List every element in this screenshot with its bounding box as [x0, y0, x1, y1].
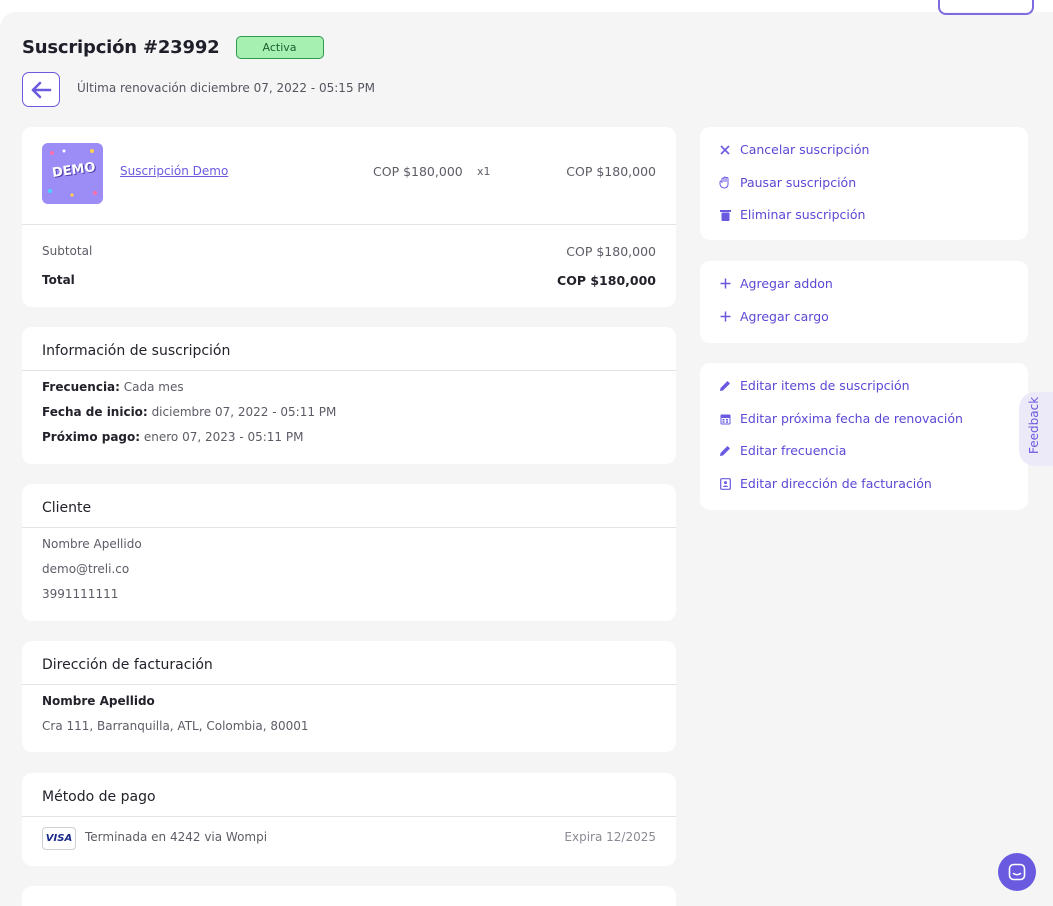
edit-frequency-action[interactable]: Editar frecuencia — [718, 443, 846, 458]
subtotal-value: COP $180,000 — [566, 244, 656, 259]
address-card-icon — [718, 477, 732, 491]
feedback-label: Feedback — [1027, 396, 1041, 454]
status-badge: Activa — [235, 36, 324, 59]
next-payment-label: Próximo pago: — [42, 430, 141, 444]
client-phone: 3991111111 — [42, 587, 119, 601]
pencil-icon — [718, 444, 732, 458]
billing-title: Dirección de facturación — [42, 657, 213, 673]
edit-renewal-date-action[interactable]: Editar próxima fecha de renovación — [718, 411, 963, 426]
action-label: Pausar suscripción — [740, 175, 857, 190]
top-button[interactable] — [938, 0, 1034, 15]
action-label: Eliminar suscripción — [740, 207, 866, 222]
unit-price: COP $180,000 — [373, 164, 463, 179]
action-label: Agregar addon — [740, 276, 833, 291]
action-label: Editar próxima fecha de renovación — [740, 411, 963, 426]
trash-icon — [718, 208, 732, 222]
billing-card: Dirección de facturación Nombre Apellido… — [22, 641, 676, 752]
subtotal-label: Subtotal — [42, 244, 93, 258]
chat-icon — [1008, 863, 1026, 881]
next-card — [22, 886, 676, 906]
action-label: Editar dirección de facturación — [740, 476, 932, 491]
chat-launcher-button[interactable] — [998, 853, 1036, 891]
product-thumbnail: DEMO — [42, 143, 103, 204]
action-label: Editar frecuencia — [740, 443, 847, 458]
frequency-value: Cada mes — [123, 380, 184, 394]
plus-icon — [718, 277, 732, 291]
subscription-info-card: Información de suscripción Frecuencia: C… — [22, 327, 676, 464]
client-title: Cliente — [42, 500, 92, 516]
frequency-label: Frecuencia: — [42, 380, 120, 394]
hand-icon — [718, 176, 732, 190]
visa-card-icon: VISA — [42, 827, 76, 850]
line-total: COP $180,000 — [566, 164, 656, 179]
client-name: Nombre Apellido — [42, 537, 142, 551]
pause-subscription-action[interactable]: Pausar suscripción — [718, 175, 856, 190]
title-row: Suscripción #23992 Activa — [22, 36, 324, 59]
payment-title: Método de pago — [42, 789, 156, 805]
plus-icon — [718, 310, 732, 324]
primary-actions-card: Cancelar suscripción Pausar suscripción … — [700, 127, 1028, 240]
pencil-icon — [718, 379, 732, 393]
divider — [22, 684, 676, 685]
order-card: DEMO Suscripción Demo COP $180,000 x1 CO… — [22, 127, 676, 307]
next-payment-value: enero 07, 2023 - 05:11 PM — [143, 430, 304, 444]
start-date-label: Fecha de inicio: — [42, 405, 148, 419]
billing-address: Cra 111, Barranquilla, ATL, Colombia, 80… — [42, 719, 309, 733]
feedback-tab[interactable]: Feedback — [1019, 392, 1053, 466]
add-addon-action[interactable]: Agregar addon — [718, 276, 833, 291]
edit-items-action[interactable]: Editar items de suscripción — [718, 378, 910, 393]
arrow-left-icon — [31, 81, 52, 98]
divider — [22, 816, 676, 817]
page-background: Suscripción #23992 Activa Última renovac… — [0, 0, 1053, 906]
add-actions-card: Agregar addon Agregar cargo — [700, 261, 1028, 343]
total-label: Total — [42, 273, 75, 287]
divider — [22, 224, 676, 225]
start-date-row: Fecha de inicio: diciembre 07, 2022 - 05… — [42, 405, 336, 419]
action-label: Agregar cargo — [740, 309, 829, 324]
add-charge-action[interactable]: Agregar cargo — [718, 309, 829, 324]
delete-subscription-action[interactable]: Eliminar suscripción — [718, 207, 865, 222]
action-label: Editar items de suscripción — [740, 378, 910, 393]
start-date-value: diciembre 07, 2022 - 05:11 PM — [151, 405, 337, 419]
card-expiry: Expira 12/2025 — [564, 830, 656, 844]
product-link[interactable]: Suscripción Demo — [120, 164, 228, 178]
action-label: Cancelar suscripción — [740, 142, 870, 157]
quantity: x1 — [477, 165, 491, 178]
page-title: Suscripción #23992 — [22, 37, 220, 58]
last-renewal-text: Última renovación diciembre 07, 2022 - 0… — [77, 81, 375, 95]
billing-name: Nombre Apellido — [42, 694, 155, 708]
edit-billing-address-action[interactable]: Editar dirección de facturación — [718, 476, 932, 491]
calendar-icon — [718, 412, 732, 426]
payment-method-card: Método de pago VISA Terminada en 4242 vi… — [22, 773, 676, 866]
divider — [22, 527, 676, 528]
back-button[interactable] — [22, 72, 60, 107]
edit-actions-card: Editar items de suscripción Editar próxi… — [700, 363, 1028, 510]
cancel-subscription-action[interactable]: Cancelar suscripción — [718, 142, 869, 157]
subscription-info-title: Información de suscripción — [42, 343, 231, 359]
divider — [22, 370, 676, 371]
frequency-row: Frecuencia: Cada mes — [42, 380, 184, 394]
card-description: Terminada en 4242 via Wompi — [85, 830, 268, 844]
next-payment-row: Próximo pago: enero 07, 2023 - 05:11 PM — [42, 430, 303, 444]
close-icon — [718, 143, 732, 157]
total-value: COP $180,000 — [557, 273, 656, 288]
client-email: demo@treli.co — [42, 562, 130, 576]
client-card: Cliente Nombre Apellido demo@treli.co 39… — [22, 484, 676, 621]
